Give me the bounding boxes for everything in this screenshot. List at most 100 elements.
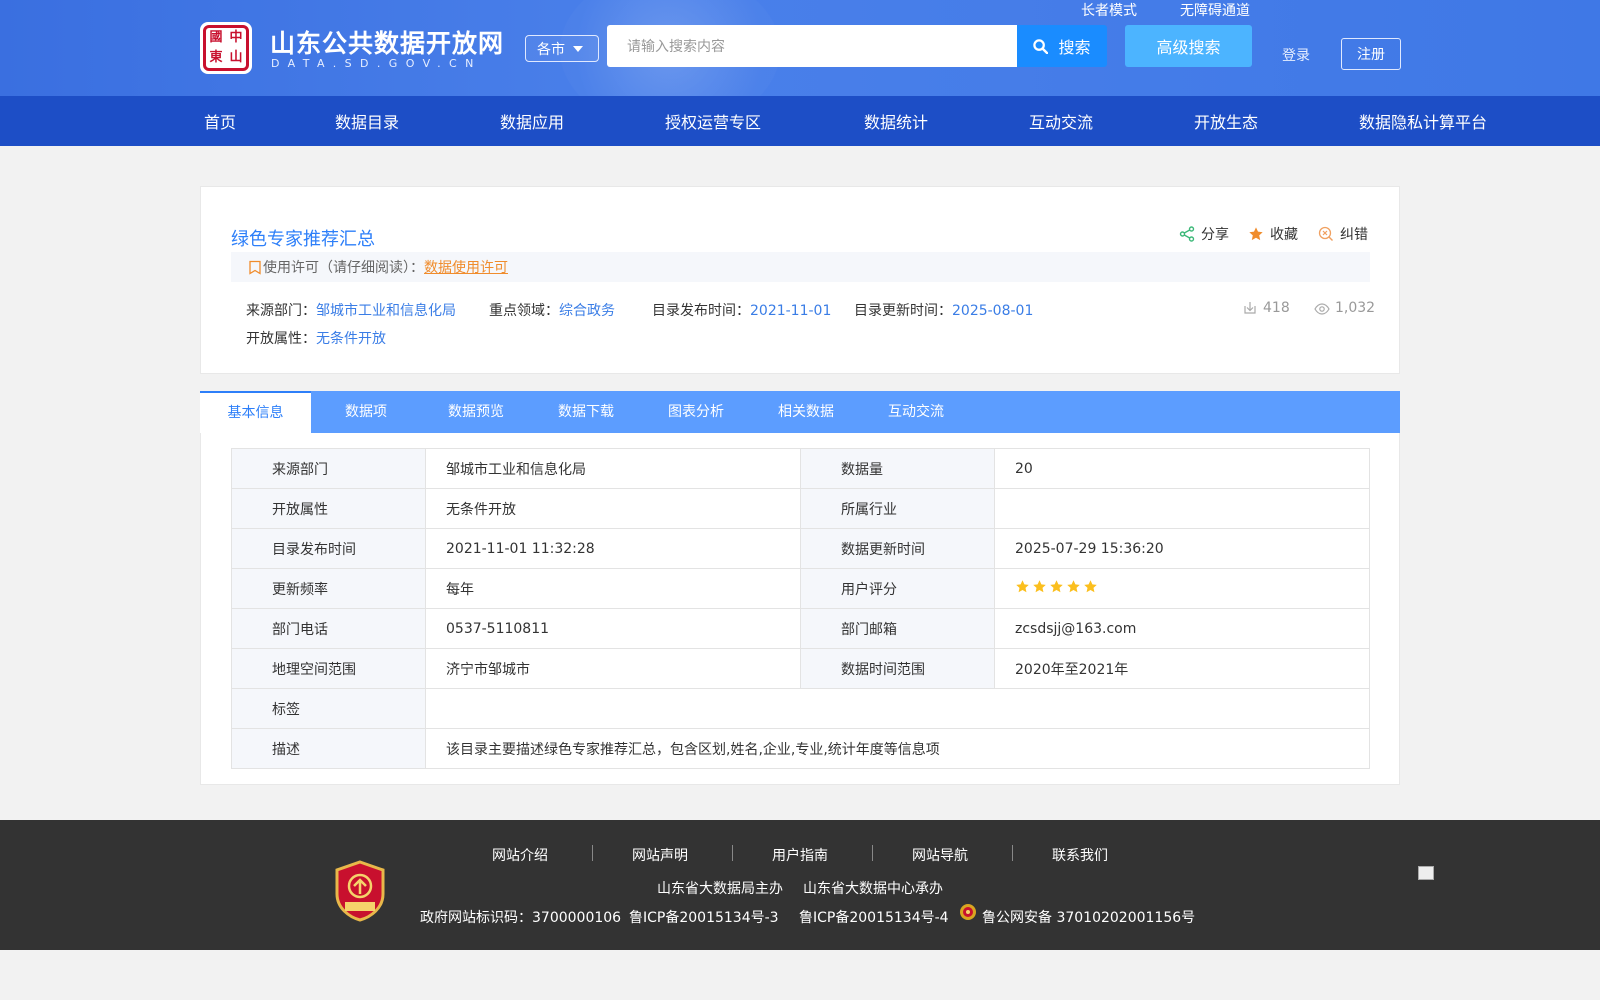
- tab-data-download[interactable]: 数据下载: [531, 391, 641, 433]
- nav-item-home[interactable]: 首页: [204, 109, 236, 133]
- tab-basic-info[interactable]: 基本信息: [200, 391, 311, 433]
- tab-chart-analysis[interactable]: 图表分析: [641, 391, 751, 433]
- table-row: 描述 该目录主要描述绿色专家推荐汇总，包含区划,姓名,企业,专业,统计年度等信息…: [231, 728, 1370, 769]
- user-rating: [994, 568, 1370, 609]
- correct-action[interactable]: 纠错: [1318, 224, 1368, 244]
- star-icon: [1249, 227, 1263, 241]
- basic-info-panel: 来源部门 邹城市工业和信息化局 数据量 20 开放属性 无条件开放 所属行业 目…: [200, 433, 1400, 785]
- tags-value: [425, 688, 1370, 729]
- table-value: 0537-5110811: [425, 608, 801, 649]
- rating-star-icon: [1033, 580, 1046, 593]
- search-input[interactable]: [607, 25, 1018, 67]
- table-key: 描述: [231, 728, 426, 769]
- footer-link-statement[interactable]: 网站声明: [632, 845, 688, 865]
- meta-update-label: 目录更新时间：: [854, 303, 952, 319]
- license-bar: 使用许可（请仔细阅读）： 数据使用许可: [231, 252, 1370, 282]
- tab-data-preview[interactable]: 数据预览: [421, 391, 531, 433]
- footer-host: 山东省大数据局主办: [657, 881, 783, 897]
- footer-link-sitemap[interactable]: 网站导航: [912, 845, 968, 865]
- meta-open: 开放属性：无条件开放: [246, 328, 386, 348]
- correct-label: 纠错: [1340, 227, 1368, 243]
- meta-source-label: 来源部门：: [246, 303, 316, 319]
- seal-char: 國: [209, 30, 223, 45]
- nav-item-interaction[interactable]: 互动交流: [1029, 109, 1093, 133]
- tab-related-data[interactable]: 相关数据: [751, 391, 861, 433]
- site-logo-seal[interactable]: 國 中 東 山: [200, 22, 252, 74]
- nav-item-apps[interactable]: 数据应用: [500, 109, 564, 133]
- footer-organizer: 山东省大数据中心承办: [803, 881, 943, 897]
- license-link[interactable]: 数据使用许可: [424, 257, 508, 277]
- table-key: 地理空间范围: [231, 648, 426, 689]
- table-row: 目录发布时间 2021-11-01 11:32:28 数据更新时间 2025-0…: [231, 528, 1370, 569]
- table-row: 标签: [231, 688, 1370, 729]
- share-label: 分享: [1201, 227, 1229, 243]
- main-nav: 首页 数据目录 数据应用 授权运营专区 数据统计 互动交流 开放生态 数据隐私计…: [0, 96, 1600, 146]
- table-key: 更新频率: [231, 568, 426, 609]
- table-key: 部门电话: [231, 608, 426, 649]
- download-icon: [1244, 302, 1256, 314]
- rating-star-icon: [1050, 580, 1063, 593]
- footer: 网站介绍 网站声明 用户指南 网站导航 联系我们 山东省大数据局主办 山东省大数…: [0, 820, 1600, 950]
- meta-domain-value[interactable]: 综合政务: [559, 303, 615, 319]
- site-title[interactable]: 山东公共数据开放网: [270, 24, 504, 60]
- tab-data-items[interactable]: 数据项: [311, 391, 421, 433]
- nav-item-catalog[interactable]: 数据目录: [335, 109, 399, 133]
- site-domain: DATA.SD.GOV.CN: [271, 57, 482, 70]
- dataset-title: 绿色专家推荐汇总: [231, 229, 375, 250]
- meta-source-value[interactable]: 邹城市工业和信息化局: [316, 303, 456, 319]
- table-key: 开放属性: [231, 488, 426, 529]
- broken-image-icon: [1418, 866, 1434, 880]
- view-count-value: 1,032: [1335, 300, 1376, 316]
- city-select[interactable]: 各市: [525, 35, 599, 62]
- meta-publish-label: 目录发布时间：: [652, 303, 750, 319]
- elder-mode-link[interactable]: 长者模式: [1081, 0, 1137, 20]
- footer-link-about[interactable]: 网站介绍: [492, 845, 548, 865]
- table-key: 数据时间范围: [800, 648, 995, 689]
- share-icon: [1179, 226, 1195, 242]
- footer-link-contact[interactable]: 联系我们: [1052, 845, 1108, 865]
- nav-item-ecosystem[interactable]: 开放生态: [1194, 109, 1258, 133]
- basic-info-table: 来源部门 邹城市工业和信息化局 数据量 20 开放属性 无条件开放 所属行业 目…: [231, 448, 1370, 769]
- table-value: 2020年至2021年: [994, 648, 1370, 689]
- meta-publish: 目录发布时间：2021-11-01: [652, 300, 831, 320]
- table-value: 无条件开放: [425, 488, 801, 529]
- table-row: 地理空间范围 济宁市邹城市 数据时间范围 2020年至2021年: [231, 648, 1370, 689]
- table-row: 开放属性 无条件开放 所属行业: [231, 488, 1370, 529]
- table-value: 20: [994, 448, 1370, 489]
- meta-open-label: 开放属性：: [246, 331, 316, 347]
- police-emblem-icon: [958, 902, 978, 926]
- search-icon: [1033, 38, 1049, 54]
- register-button[interactable]: 注册: [1341, 38, 1401, 70]
- license-label: 使用许可（请仔细阅读）：: [263, 260, 424, 276]
- accessibility-link[interactable]: 无障碍通道: [1180, 0, 1250, 20]
- view-count: 1,032: [1314, 300, 1375, 316]
- header-bar: 國 中 東 山 山东公共数据开放网 DATA.SD.GOV.CN 各市 搜索 高…: [0, 0, 1600, 96]
- tab-interaction[interactable]: 互动交流: [861, 391, 971, 433]
- favorite-action[interactable]: 收藏: [1248, 224, 1298, 244]
- login-link[interactable]: 登录: [1282, 45, 1310, 65]
- share-action[interactable]: 分享: [1179, 224, 1229, 244]
- table-key: 数据量: [800, 448, 995, 489]
- favorite-label: 收藏: [1270, 227, 1298, 243]
- meta-domain: 重点领域：综合政务: [489, 300, 615, 320]
- footer-divider: [732, 845, 733, 861]
- rating-stars: [1015, 579, 1098, 594]
- meta-open-value: 无条件开放: [316, 331, 386, 347]
- nav-item-privacy-computing[interactable]: 数据隐私计算平台: [1359, 109, 1487, 133]
- table-key: 来源部门: [231, 448, 426, 489]
- footer-icp-2[interactable]: 鲁ICP备20015134号-4: [799, 907, 949, 927]
- table-value: 邹城市工业和信息化局: [425, 448, 801, 489]
- footer-link-guide[interactable]: 用户指南: [772, 845, 828, 865]
- nav-item-authorized-ops[interactable]: 授权运营专区: [665, 109, 761, 133]
- meta-domain-label: 重点领域：: [489, 303, 559, 319]
- search-button-label: 搜索: [1058, 38, 1091, 57]
- footer-icp-1[interactable]: 鲁ICP备20015134号-3: [629, 907, 779, 927]
- advanced-search-button[interactable]: 高级搜索: [1125, 25, 1252, 67]
- seal-char: 東: [209, 50, 223, 65]
- footer-police-record[interactable]: 鲁公网安备 37010202001156号: [982, 907, 1195, 927]
- nav-item-statistics[interactable]: 数据统计: [864, 109, 928, 133]
- table-key: 所属行业: [800, 488, 995, 529]
- search-button[interactable]: 搜索: [1017, 25, 1107, 67]
- rating-star-icon: [1067, 580, 1080, 593]
- table-row: 来源部门 邹城市工业和信息化局 数据量 20: [231, 448, 1370, 489]
